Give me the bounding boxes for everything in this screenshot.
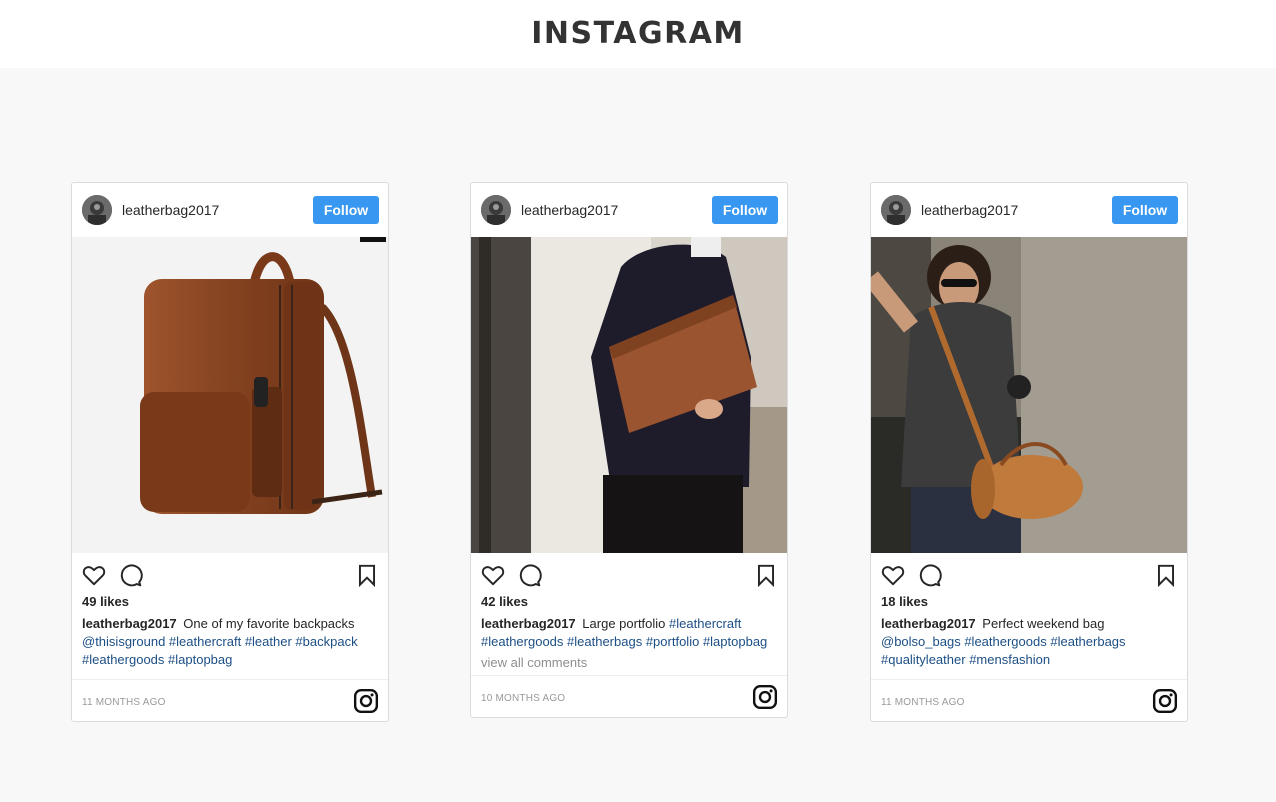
follow-button[interactable]: Follow [1112, 196, 1178, 224]
follow-button[interactable]: Follow [313, 196, 379, 224]
hashtag-link[interactable]: #leathercraft [169, 634, 241, 649]
post-caption: leatherbag2017 Large portfolio #leatherc… [471, 615, 787, 651]
post-timestamp: 11 MONTHS AGO [82, 697, 166, 708]
post-caption: leatherbag2017 Perfect weekend bag @bols… [871, 615, 1187, 669]
post-card: leatherbag2017 Follow 42 likes leatherba… [470, 182, 788, 718]
hashtag-link[interactable]: #leathergoods [82, 652, 164, 667]
hashtag-link[interactable]: #portfolio [646, 634, 699, 649]
bookmark-icon[interactable] [354, 562, 380, 588]
avatar[interactable] [881, 195, 911, 225]
instagram-icon[interactable] [752, 684, 778, 710]
post-header: leatherbag2017 Follow [72, 183, 388, 237]
hashtag-link[interactable]: #leathercraft [669, 616, 741, 631]
hashtag-link[interactable]: #leathergoods [481, 634, 563, 649]
view-all-comments-link[interactable]: view all comments [471, 651, 787, 675]
comment-icon[interactable] [516, 562, 542, 588]
post-actions [72, 553, 388, 593]
post-image[interactable] [72, 237, 388, 553]
avatar[interactable] [82, 195, 112, 225]
hashtag-link[interactable]: #qualityleather [881, 652, 966, 667]
hashtag-link[interactable]: #leathergoods [964, 634, 1046, 649]
hashtag-link[interactable]: #mensfashion [969, 652, 1050, 667]
caption-username[interactable]: leatherbag2017 [481, 616, 576, 631]
hashtag-link[interactable]: #leather [245, 634, 292, 649]
post-header: leatherbag2017 Follow [871, 183, 1187, 237]
instagram-icon[interactable] [1152, 688, 1178, 714]
post-card: leatherbag2017 Follow [71, 182, 389, 722]
hashtag-link[interactable]: @bolso_bags [881, 634, 961, 649]
likes-count: 49 likes [82, 594, 129, 609]
post-timestamp: 11 MONTHS AGO [881, 697, 965, 708]
likes-count: 18 likes [881, 594, 928, 609]
comment-icon[interactable] [916, 562, 942, 588]
hashtag-link[interactable]: #leatherbags [567, 634, 642, 649]
heart-icon[interactable] [880, 562, 906, 588]
hashtag-link[interactable]: #leatherbags [1050, 634, 1125, 649]
post-header: leatherbag2017 Follow [471, 183, 787, 237]
post-footer: 10 MONTHS AGO [471, 675, 787, 717]
likes-count: 42 likes [481, 594, 528, 609]
post-image[interactable] [471, 237, 787, 553]
post-caption: leatherbag2017 One of my favorite backpa… [72, 615, 388, 669]
comment-icon[interactable] [117, 562, 143, 588]
hashtag-link[interactable]: @thisisground [82, 634, 165, 649]
hashtag-link[interactable]: #laptopbag [703, 634, 767, 649]
post-timestamp: 10 MONTHS AGO [481, 693, 566, 704]
hashtag-link[interactable]: #laptopbag [168, 652, 232, 667]
post-image[interactable] [871, 237, 1187, 553]
avatar[interactable] [481, 195, 511, 225]
heart-icon[interactable] [480, 562, 506, 588]
bookmark-icon[interactable] [1153, 562, 1179, 588]
post-card: leatherbag2017 Follow [870, 182, 1188, 722]
heart-icon[interactable] [81, 562, 107, 588]
post-footer: 11 MONTHS AGO [72, 679, 388, 721]
post-actions [471, 553, 787, 593]
top-bar: INSTAGRAM [0, 0, 1276, 68]
post-username[interactable]: leatherbag2017 [122, 202, 219, 218]
bookmark-icon[interactable] [753, 562, 779, 588]
caption-username[interactable]: leatherbag2017 [82, 616, 177, 631]
post-username[interactable]: leatherbag2017 [521, 202, 618, 218]
follow-button[interactable]: Follow [712, 196, 778, 224]
hashtag-link[interactable]: #backpack [295, 634, 357, 649]
page-title: INSTAGRAM [531, 16, 745, 51]
post-username[interactable]: leatherbag2017 [921, 202, 1018, 218]
instagram-icon[interactable] [353, 688, 379, 714]
caption-username[interactable]: leatherbag2017 [881, 616, 976, 631]
caption-text: One of my favorite backpacks [183, 616, 355, 631]
post-footer: 11 MONTHS AGO [871, 679, 1187, 721]
caption-text: Large portfolio [582, 616, 666, 631]
caption-text: Perfect weekend bag [982, 616, 1105, 631]
post-actions [871, 553, 1187, 593]
